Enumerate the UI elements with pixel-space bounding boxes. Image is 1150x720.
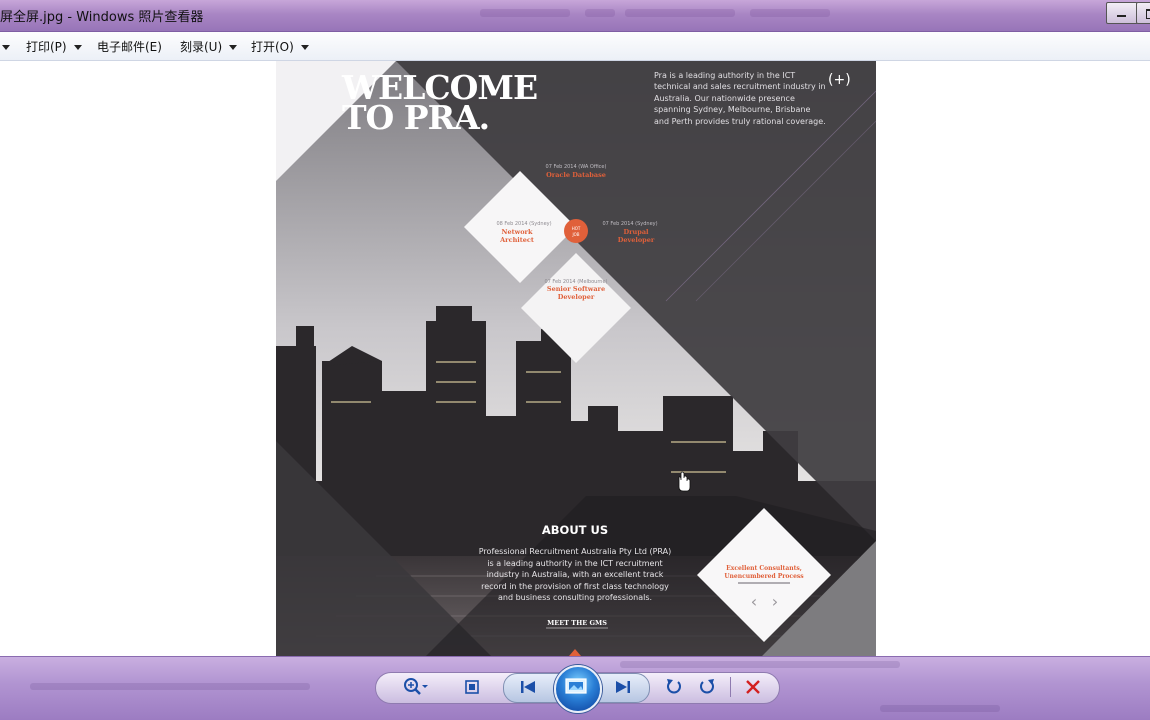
job-title[interactable]: Developer: [618, 236, 655, 244]
menu-print[interactable]: 打印(P): [26, 38, 67, 55]
intro-line: Australia. Our nationwide presence: [654, 94, 795, 103]
titlebar-ghost: [625, 9, 735, 17]
maximize-icon: [1146, 9, 1150, 19]
next-icon: [616, 681, 630, 693]
chevron-down-icon[interactable]: [301, 45, 309, 50]
job-date: 07 Feb 2014 (Sydney): [602, 221, 657, 227]
menu-email[interactable]: 电子邮件(E): [97, 38, 162, 55]
menu-bar: 打印(P) 电子邮件(E) 刻录(U) 打开(O): [0, 32, 1150, 61]
intro-line: spanning Sydney, Melbourne, Brisbane: [654, 105, 810, 114]
titlebar-ghost: [750, 9, 830, 17]
intro-line: and Perth provides truly rational covera…: [654, 117, 826, 126]
minimize-button[interactable]: [1106, 2, 1138, 24]
testimonial-line: Unencumbered Process: [724, 573, 804, 580]
rotate-left-button[interactable]: [660, 674, 688, 700]
rotate-left-icon: [667, 679, 681, 694]
rotate-right-icon: [700, 679, 714, 694]
about-line: industry in Australia, with an excellent…: [487, 570, 664, 579]
displayed-photo: WELCOME TO PRA. Pra is a leading authori…: [276, 61, 876, 656]
prev-arrow-icon[interactable]: ‹: [751, 592, 757, 611]
zoom-icon: [404, 678, 428, 695]
testimonial-line: Excellent Consultants,: [726, 565, 802, 572]
job-title[interactable]: Drupal: [623, 228, 649, 236]
about-line: record in the provision of first class t…: [481, 582, 669, 591]
hot-badge-text: HOT: [572, 226, 581, 231]
job-title[interactable]: Senior Software: [547, 285, 605, 293]
taskbar-ghost: [620, 661, 900, 668]
previous-icon: [521, 681, 535, 693]
window-title: 屏全屏.jpg - Windows 照片查看器: [0, 10, 204, 25]
hot-badge-text: JOB: [571, 232, 579, 237]
meet-link[interactable]: MEET THE GMS: [547, 619, 607, 627]
delete-icon: [746, 680, 760, 694]
intro-line: technical and sales recruitment industry…: [654, 82, 826, 91]
plus-icon[interactable]: (+): [828, 72, 851, 88]
fit-window-button[interactable]: [458, 674, 486, 700]
menu-burn[interactable]: 刻录(U): [180, 38, 222, 55]
menu-open[interactable]: 打开(O): [251, 38, 294, 55]
rotate-right-button[interactable]: [693, 674, 721, 700]
chevron-down-icon[interactable]: [229, 45, 237, 50]
titlebar-ghost: [585, 9, 615, 17]
bottom-toolbar: [0, 656, 1150, 720]
toolbar-divider: [730, 677, 731, 697]
about-title: ABOUT US: [542, 523, 608, 537]
taskbar-ghost: [880, 705, 1000, 712]
minimize-icon: [1117, 15, 1126, 17]
slideshow-button[interactable]: [554, 665, 602, 713]
job-title[interactable]: Network: [502, 228, 533, 236]
next-arrow-icon[interactable]: ›: [772, 592, 778, 611]
hot-job-badge[interactable]: [564, 219, 588, 243]
welcome-heading-line2: TO PRA.: [342, 98, 489, 137]
chevron-down-icon[interactable]: [74, 45, 82, 50]
next-button[interactable]: [609, 674, 637, 700]
intro-line: Pra is a leading authority in the ICT: [654, 71, 795, 80]
taskbar-ghost: [30, 683, 310, 690]
job-title[interactable]: Developer: [558, 293, 595, 301]
maximize-button[interactable]: [1136, 2, 1150, 24]
job-title[interactable]: Oracle Database: [546, 171, 606, 179]
delete-button[interactable]: [739, 674, 767, 700]
chevron-down-icon[interactable]: [2, 45, 10, 50]
job-title[interactable]: Architect: [499, 236, 534, 244]
previous-button[interactable]: [514, 674, 542, 700]
about-line: Professional Recruitment Australia Pty L…: [479, 547, 671, 556]
about-line: and business consulting professionals.: [498, 593, 652, 602]
job-date: 08 Feb 2014 (Sydney): [496, 221, 551, 227]
titlebar-ghost: [480, 9, 570, 17]
image-viewer: WELCOME TO PRA. Pra is a leading authori…: [0, 61, 1150, 656]
fit-window-icon: [465, 680, 479, 694]
job-date: 07 Feb 2014 (WA Office): [546, 164, 607, 170]
about-line: is a leading authority in the ICT recrui…: [487, 559, 662, 568]
title-bar: 屏全屏.jpg - Windows 照片查看器: [0, 0, 1150, 32]
slideshow-icon: [565, 678, 587, 694]
zoom-button[interactable]: [400, 674, 428, 700]
